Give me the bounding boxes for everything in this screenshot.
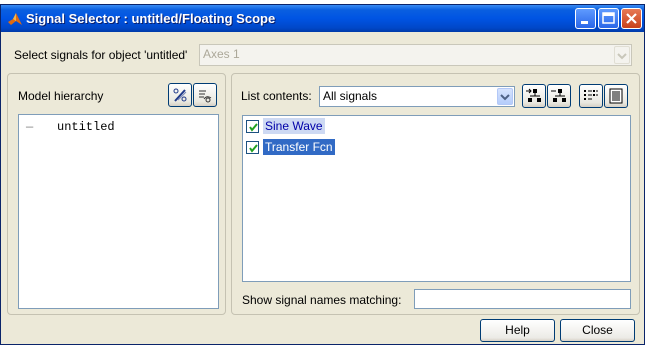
- expand-hierarchy-button[interactable]: [522, 84, 546, 108]
- list-contents-label: List contents:: [241, 89, 312, 103]
- minimize-icon: [581, 21, 588, 24]
- signal-list-panel: List contents: All signals Sine Wave Tra…: [231, 73, 640, 315]
- list-view-button[interactable]: [579, 84, 603, 108]
- maximize-button[interactable]: [598, 8, 619, 29]
- checkmark-icon: [249, 123, 258, 132]
- checkmark-icon: [249, 144, 258, 153]
- title-bar[interactable]: Signal Selector : untitled/Floating Scop…: [1, 5, 644, 32]
- details-view-icon: [609, 88, 623, 104]
- signal-selector-dialog: Signal Selector : untitled/Floating Scop…: [0, 4, 645, 345]
- close-icon: [626, 13, 637, 24]
- list-contents-value: All signals: [323, 89, 378, 103]
- axes-select[interactable]: Axes 1: [199, 44, 632, 66]
- collapse-hierarchy-button[interactable]: [547, 84, 571, 108]
- show-library-links-button[interactable]: [168, 83, 192, 107]
- model-hierarchy-tree[interactable]: — untitled: [18, 114, 219, 309]
- tree-node-untitled[interactable]: untitled: [57, 120, 115, 134]
- signal-checkbox[interactable]: [246, 120, 259, 133]
- list-contents-dropdown-button[interactable]: [497, 88, 513, 105]
- show-masked-subsystems-button[interactable]: [193, 83, 217, 107]
- signal-list[interactable]: Sine Wave Transfer Fcn: [242, 115, 631, 282]
- chevron-down-icon: [500, 94, 510, 101]
- list-view-icon: [584, 90, 598, 100]
- show-library-links-icon: [173, 88, 187, 102]
- signal-name[interactable]: Sine Wave: [263, 118, 325, 134]
- tree-branch-connector: —: [26, 120, 34, 134]
- close-window-button[interactable]: [621, 8, 642, 29]
- window-title: Signal Selector : untitled/Floating Scop…: [26, 11, 276, 26]
- object-select-label: Select signals for object 'untitled': [14, 48, 188, 62]
- close-button[interactable]: Close: [560, 319, 635, 342]
- show-masked-subsystems-icon: [199, 90, 212, 103]
- matlab-logo-icon: [7, 11, 23, 27]
- axes-dropdown-button[interactable]: [614, 46, 630, 64]
- collapse-hierarchy-icon: [551, 89, 566, 102]
- model-hierarchy-panel: Model hierarchy — untitled: [7, 73, 226, 315]
- minimize-button[interactable]: [575, 8, 596, 29]
- help-button[interactable]: Help: [480, 319, 555, 342]
- signal-filter-input[interactable]: [414, 289, 631, 309]
- signal-name[interactable]: Transfer Fcn: [263, 139, 335, 155]
- list-contents-select[interactable]: All signals: [319, 86, 515, 107]
- model-hierarchy-label: Model hierarchy: [18, 89, 104, 103]
- axes-select-value: Axes 1: [203, 47, 240, 61]
- signal-checkbox[interactable]: [246, 141, 259, 154]
- filter-label: Show signal names matching:: [242, 293, 402, 307]
- details-view-button[interactable]: [604, 84, 628, 108]
- chevron-down-icon: [617, 53, 627, 60]
- expand-hierarchy-icon: [526, 88, 541, 102]
- maximize-icon: [602, 12, 615, 24]
